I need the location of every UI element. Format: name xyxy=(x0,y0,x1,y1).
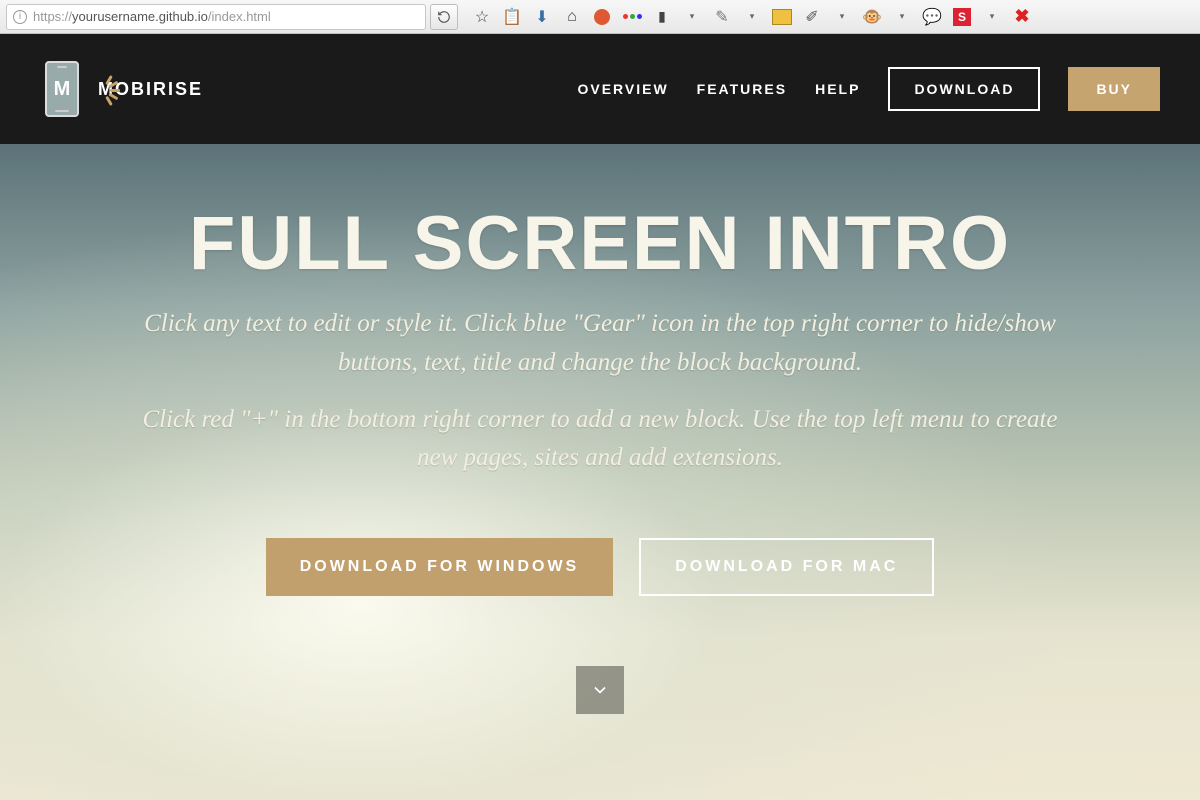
dropdown-icon[interactable]: ▾ xyxy=(982,7,1002,27)
dropdown-icon[interactable]: ▾ xyxy=(742,7,762,27)
browser-toolbar: i https://yourusername.github.io/index.h… xyxy=(0,0,1200,34)
buy-button[interactable]: BUY xyxy=(1068,67,1160,111)
logo-icon: M xyxy=(40,59,84,119)
scroll-down-button[interactable] xyxy=(576,666,624,714)
site-header: M MOBIRISE OVERVIEW FEATURES HELP DOWNLO… xyxy=(0,34,1200,144)
battery-icon[interactable]: ▮ xyxy=(652,7,672,27)
hero-title[interactable]: FULL SCREEN INTRO xyxy=(189,200,1011,287)
download-arrow-icon[interactable]: ⬇ xyxy=(532,7,552,27)
clipboard-icon[interactable]: 📋 xyxy=(502,7,522,27)
nav: OVERVIEW FEATURES HELP DOWNLOAD BUY xyxy=(577,67,1160,111)
chat-icon[interactable]: 💬 xyxy=(922,7,942,27)
download-windows-button[interactable]: DOWNLOAD FOR WINDOWS xyxy=(266,538,614,596)
url-bar[interactable]: i https://yourusername.github.io/index.h… xyxy=(6,4,426,30)
url-path: /index.html xyxy=(208,9,271,24)
monkey-icon[interactable]: 🐵 xyxy=(862,7,882,27)
download-mac-button[interactable]: DOWNLOAD FOR MAC xyxy=(639,538,934,596)
home-icon[interactable]: ⌂ xyxy=(562,7,582,27)
eyedropper-icon[interactable]: ✐ xyxy=(802,7,822,27)
hero-section: FULL SCREEN INTRO Click any text to edit… xyxy=(0,144,1200,800)
dropdown-icon[interactable]: ▾ xyxy=(892,7,912,27)
toolbar-icons: ☆ 📋 ⬇ ⌂ ▮ ▾ ✎ ▾ ✐ ▾ 🐵 ▾ 💬 S ▾ ✖ xyxy=(462,7,1032,27)
hero-paragraph-2[interactable]: Click red "+" in the bottom right corner… xyxy=(125,401,1075,479)
x-extension-icon[interactable]: ✖ xyxy=(1012,7,1032,27)
duckduckgo-icon[interactable] xyxy=(592,7,612,27)
dropdown-icon[interactable]: ▾ xyxy=(682,7,702,27)
star-icon[interactable]: ☆ xyxy=(472,7,492,27)
chevron-down-icon xyxy=(590,680,610,700)
hero-paragraph-1[interactable]: Click any text to edit or style it. Clic… xyxy=(125,305,1075,383)
highlight-icon[interactable] xyxy=(772,7,792,27)
hero-buttons: DOWNLOAD FOR WINDOWS DOWNLOAD FOR MAC xyxy=(266,538,935,596)
brand[interactable]: M MOBIRISE xyxy=(40,59,203,119)
dropdown-icon[interactable]: ▾ xyxy=(832,7,852,27)
plugin-icon[interactable]: ✎ xyxy=(712,7,732,27)
info-icon: i xyxy=(13,10,27,24)
nav-features[interactable]: FEATURES xyxy=(697,81,787,97)
color-dots-icon[interactable] xyxy=(622,7,642,27)
url-host: yourusername.github.io xyxy=(72,9,208,24)
reload-button[interactable] xyxy=(430,4,458,30)
download-button[interactable]: DOWNLOAD xyxy=(888,67,1040,111)
s-extension-icon[interactable]: S xyxy=(952,7,972,27)
url-text: https://yourusername.github.io/index.htm… xyxy=(33,9,271,24)
url-prefix: https:// xyxy=(33,9,72,24)
nav-help[interactable]: HELP xyxy=(815,81,860,97)
nav-overview[interactable]: OVERVIEW xyxy=(577,81,668,97)
